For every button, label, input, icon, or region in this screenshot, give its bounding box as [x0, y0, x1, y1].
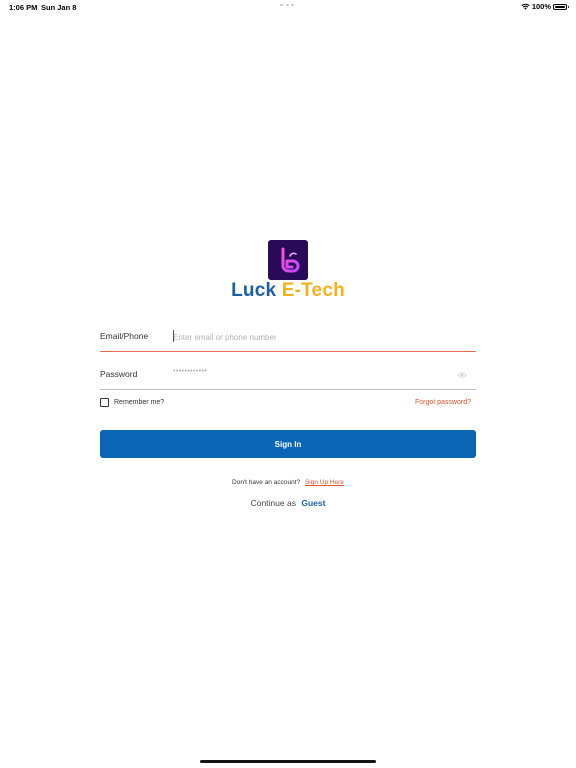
brand-name: Luck E-Tech — [0, 280, 576, 302]
password-row: Password •••••••••••• — [100, 364, 476, 390]
guest-line: Continue as Guest — [0, 498, 576, 508]
password-label: Password — [100, 369, 138, 379]
battery-icon — [553, 3, 569, 10]
remember-label: Remember me? — [114, 399, 165, 406]
email-label: Email/Phone — [100, 331, 149, 341]
wifi-icon — [521, 3, 530, 10]
status-indicators: 100% — [521, 2, 569, 11]
text-caret — [173, 330, 174, 342]
brand-name-part2: E-Tech — [281, 280, 345, 301]
status-date: Sun Jan 8 — [41, 3, 77, 12]
remember-me[interactable]: Remember me? — [100, 398, 164, 407]
app-logo — [268, 240, 308, 280]
brand-name-part1: Luck — [231, 280, 277, 301]
remember-checkbox[interactable] — [100, 398, 109, 407]
multitask-dots-icon[interactable] — [280, 4, 294, 6]
no-account-text: Don't have an account? — [232, 479, 301, 486]
sign-in-button[interactable]: Sign In — [100, 430, 476, 458]
password-underline — [100, 389, 476, 390]
email-row: Email/Phone — [100, 326, 476, 352]
continue-as-text: Continue as — [250, 498, 296, 508]
signup-line: Don't have an account? Sign Up Here — [0, 479, 576, 486]
email-underline — [100, 351, 476, 352]
forgot-password-link[interactable]: Forgot password? — [415, 399, 471, 406]
eye-icon[interactable] — [457, 371, 467, 379]
email-field[interactable] — [173, 326, 476, 348]
status-bar: 1:06 PM Sun Jan 8 100% — [0, 0, 576, 14]
login-screen: 1:06 PM Sun Jan 8 100% Luck E-Tech Email… — [0, 0, 576, 768]
battery-percentage: 100% — [531, 2, 551, 11]
password-field[interactable]: •••••••••••• — [173, 368, 207, 375]
home-indicator[interactable] — [200, 760, 376, 763]
guest-link[interactable]: Guest — [301, 498, 325, 508]
sign-up-link[interactable]: Sign Up Here — [305, 479, 344, 486]
status-time: 1:06 PM — [9, 3, 38, 12]
logo-mark-icon — [281, 247, 300, 273]
